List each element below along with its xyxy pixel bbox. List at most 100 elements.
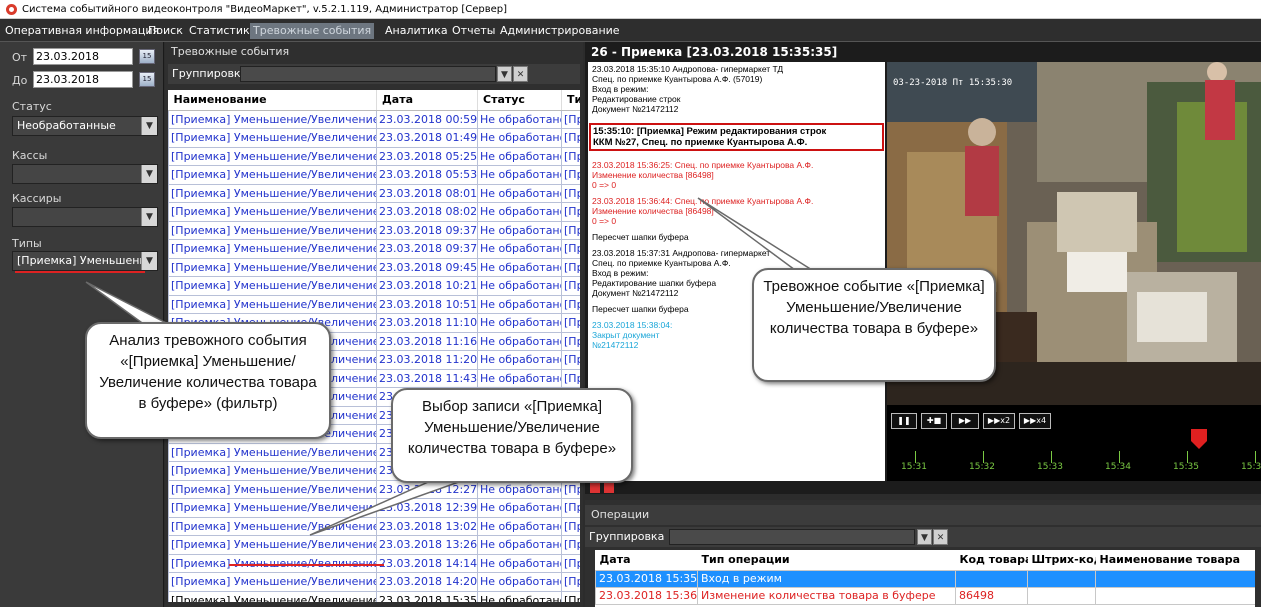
table-row[interactable]: [Приемка] Уменьшение/Увеличение кол23.03… (168, 498, 580, 518)
playhead-marker-icon[interactable] (1189, 427, 1209, 451)
chevron-down-icon[interactable]: ▼ (141, 208, 157, 226)
date-from-field[interactable]: 23.03.2018 (33, 48, 133, 65)
playback-control-button[interactable]: ✚■ (921, 413, 947, 429)
callout-filter-note: Анализ тревожного события «[Приемка] Уме… (85, 322, 331, 439)
table-row[interactable]: [Приемка] Уменьшение/Увеличение кол23.03… (168, 220, 580, 240)
playback-control-button[interactable]: ▶▶ (951, 413, 979, 429)
close-icon[interactable]: ✕ (513, 66, 528, 82)
receipt-block: 23.03.2018 15:36:44: Спец. по приемке Ку… (592, 196, 881, 226)
playback-timeline[interactable]: ❚❚ ✚■ ▶▶ ▶▶x2 ▶▶x4 15:31 15:32 15:33 15:34 15:35… (887, 405, 1261, 481)
cashiers-select[interactable]: ▼ (12, 207, 158, 227)
menu-item-7[interactable]: Администрирование (497, 23, 623, 39)
types-label: Типы (12, 237, 42, 250)
chevron-down-icon[interactable]: ▼ (917, 529, 932, 545)
table-row[interactable]: [Приемка] Уменьшение/Увеличение кол23.03… (168, 572, 580, 592)
receipt-line: Редактирование строк (592, 94, 681, 104)
receipt-line: 23.03.2018 15:36:25: Спец. по приемке Ку… (592, 160, 814, 170)
operation-cell-name (1095, 586, 1255, 605)
receipt-block: 15:35:10: [Приемка] Режим редактирования… (589, 123, 884, 151)
types-select[interactable]: [Приемка] Уменьшение/▼ (12, 251, 158, 271)
checkouts-select[interactable]: ▼ (12, 164, 158, 184)
event-cell-type: [Пр (561, 313, 580, 333)
events-column-header[interactable]: Дата (376, 90, 478, 111)
table-row[interactable]: [Приемка] Уменьшение/Увеличение кол23.03… (168, 590, 580, 602)
table-row[interactable]: [Приемка] Уменьшение/Увеличение кол23.03… (168, 128, 580, 148)
table-row[interactable]: 23.03.2018 15:35:10Вход в режим (595, 569, 1255, 588)
receipt-line: Спец. по приемке Куантырова А.Ф. (57019) (592, 74, 763, 84)
close-icon[interactable]: ✕ (933, 529, 948, 545)
table-row[interactable]: [Приемка] Уменьшение/Увеличение кол23.03… (168, 257, 580, 277)
receipt-line: 23.03.2018 15:36:44: Спец. по приемке Ку… (592, 196, 814, 206)
receipt-line: 0 => 0 (592, 180, 617, 190)
operations-column-header[interactable]: Тип операции (698, 550, 956, 570)
selected-row-underline (229, 564, 384, 566)
operations-grouping-label: Группировка (589, 530, 665, 543)
table-row[interactable]: [Приемка] Уменьшение/Увеличение кол23.03… (168, 202, 580, 222)
event-cell-date: 23.03.2018 12:39:18 (376, 498, 478, 518)
chevron-down-icon[interactable]: ▼ (141, 165, 157, 183)
operations-column-header[interactable]: Код товара (956, 550, 1028, 570)
export-icon[interactable] (604, 483, 614, 493)
events-grouping-field[interactable] (240, 66, 496, 82)
operations-column-header[interactable]: Наименование товара (1096, 550, 1256, 570)
playback-control-button[interactable]: ▶▶x4 (1019, 413, 1051, 429)
event-cell-name: [Приемка] Уменьшение/Увеличение кол (168, 479, 377, 499)
operation-cell-code (955, 569, 1028, 588)
event-cell-status: Не обработано (477, 165, 562, 185)
event-cell-status: Не обработано (477, 257, 562, 277)
table-row[interactable]: [Приемка] Уменьшение/Увеличение кол23.03… (168, 239, 580, 259)
event-cell-date: 23.03.2018 09:45:58 (376, 257, 478, 277)
playback-control-button[interactable]: ▶▶x2 (983, 413, 1015, 429)
event-cell-status: Не обработано (477, 109, 562, 129)
table-row[interactable]: [Приемка] Уменьшение/Увеличение кол23.03… (168, 294, 580, 314)
receipt-line: Спец. по приемке Куантырова А.Ф. (592, 258, 731, 268)
event-cell-type: [Пр (561, 553, 580, 573)
events-column-header[interactable]: Наименование (168, 90, 377, 111)
playback-control-button[interactable]: ❚❚ (891, 413, 917, 429)
event-cell-type: [Пр (561, 516, 580, 536)
menu-item-2[interactable]: Поиск (145, 23, 186, 39)
date-to-field[interactable]: 23.03.2018 (33, 71, 133, 88)
table-row[interactable]: [Приемка] Уменьшение/Увеличение кол23.03… (168, 516, 580, 536)
event-cell-status: Не обработано (477, 553, 562, 573)
event-cell-name: [Приемка] Уменьшение/Увеличение кол (168, 183, 377, 203)
operations-column-header[interactable]: Штрих-код (1028, 550, 1096, 570)
calendar-to-icon[interactable]: 15 (139, 72, 155, 87)
operation-cell-code: 86498 (955, 586, 1028, 605)
menu-item-4[interactable]: Тревожные события (250, 23, 375, 39)
menu-item-1[interactable]: Оперативная информация (2, 23, 162, 39)
status-select[interactable]: Необработанные ▼ (12, 116, 158, 136)
event-cell-status: Не обработано (477, 313, 562, 333)
table-row[interactable]: [Приемка] Уменьшение/Увеличение кол23.03… (168, 276, 580, 296)
event-cell-status: Не обработано (477, 239, 562, 259)
window-title: Система событийного видеоконтроля "Видео… (22, 4, 508, 15)
table-row[interactable]: [Приемка] Уменьшение/Увеличение кол23.03… (168, 165, 580, 185)
receipt-line: Вход в режим: (592, 84, 649, 94)
events-column-header[interactable]: Статус (477, 90, 562, 111)
events-column-header[interactable]: Ти (561, 90, 580, 111)
menu-item-6[interactable]: Отчеты (449, 23, 498, 39)
operations-column-header[interactable]: Дата (596, 550, 698, 570)
table-row[interactable]: [Приемка] Уменьшение/Увеличение кол23.03… (168, 146, 580, 166)
event-cell-date: 23.03.2018 10:51:50 (376, 294, 478, 314)
menu-item-3[interactable]: Статистика (186, 23, 259, 39)
table-row[interactable]: 23.03.2018 15:36:25Изменение количества … (595, 586, 1255, 605)
table-row[interactable]: [Приемка] Уменьшение/Увеличение кол23.03… (168, 109, 580, 129)
events-header: Тревожные события (171, 45, 290, 58)
chevron-down-icon[interactable]: ▼ (497, 66, 512, 82)
event-cell-type: [Пр (561, 183, 580, 203)
operations-grouping-field[interactable] (669, 529, 915, 545)
record-icon[interactable] (590, 483, 600, 493)
chevron-down-icon[interactable]: ▼ (141, 117, 157, 135)
operation-cell-barcode (1027, 569, 1096, 588)
menu-item-5[interactable]: Аналитика (382, 23, 451, 39)
event-cell-name: [Приемка] Уменьшение/Увеличение кол (168, 202, 377, 222)
event-cell-name: [Приемка] Уменьшение/Увеличение кол (168, 535, 377, 555)
table-row[interactable]: [Приемка] Уменьшение/Увеличение кол23.03… (168, 183, 580, 203)
event-cell-name: [Приемка] Уменьшение/Увеличение кол (168, 146, 377, 166)
chevron-down-icon[interactable]: ▼ (141, 252, 157, 270)
calendar-from-icon[interactable]: 15 (139, 49, 155, 64)
title-bar: Система событийного видеоконтроля "Видео… (0, 0, 1261, 19)
table-row[interactable]: [Приемка] Уменьшение/Увеличение кол23.03… (168, 535, 580, 555)
event-cell-type: [Пр (561, 239, 580, 259)
